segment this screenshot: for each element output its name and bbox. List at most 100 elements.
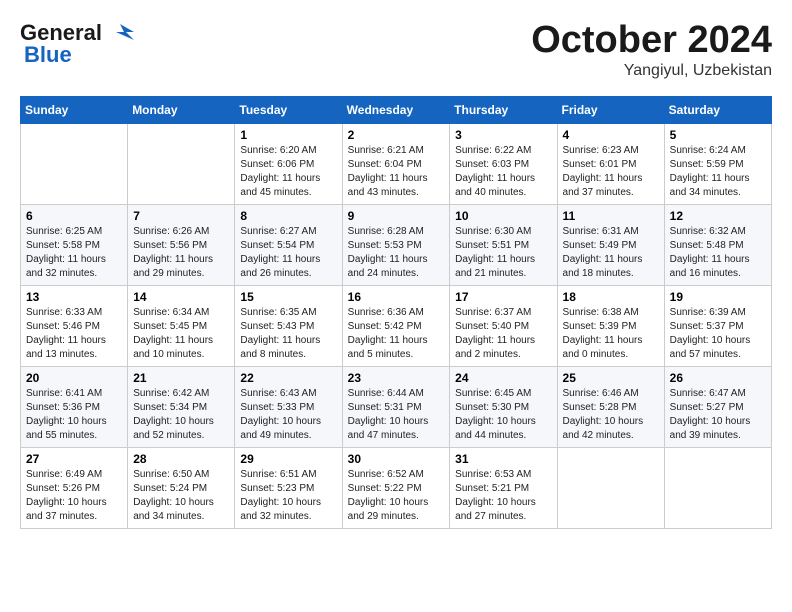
cell-info: Sunrise: 6:31 AM Sunset: 5:49 PM Dayligh… (563, 225, 659, 281)
calendar-cell: 29 Sunrise: 6:51 AM Sunset: 5:23 PM Dayl… (235, 447, 342, 528)
logo: General Blue (20, 20, 134, 68)
calendar-cell: 18 Sunrise: 6:38 AM Sunset: 5:39 PM Dayl… (557, 285, 664, 366)
calendar-cell: 22 Sunrise: 6:43 AM Sunset: 5:33 PM Dayl… (235, 366, 342, 447)
day-number: 22 (240, 371, 336, 385)
day-number: 18 (563, 290, 659, 304)
day-number: 2 (348, 128, 445, 142)
calendar-cell: 14 Sunrise: 6:34 AM Sunset: 5:45 PM Dayl… (128, 285, 235, 366)
calendar-cell: 7 Sunrise: 6:26 AM Sunset: 5:56 PM Dayli… (128, 204, 235, 285)
calendar-cell: 23 Sunrise: 6:44 AM Sunset: 5:31 PM Dayl… (342, 366, 450, 447)
calendar-week-row: 13 Sunrise: 6:33 AM Sunset: 5:46 PM Dayl… (21, 285, 772, 366)
day-number: 8 (240, 209, 336, 223)
title-block: October 2024 Yangiyul, Uzbekistan (531, 20, 772, 80)
day-number: 30 (348, 452, 445, 466)
calendar-cell: 13 Sunrise: 6:33 AM Sunset: 5:46 PM Dayl… (21, 285, 128, 366)
cell-info: Sunrise: 6:36 AM Sunset: 5:42 PM Dayligh… (348, 306, 445, 362)
calendar-cell: 25 Sunrise: 6:46 AM Sunset: 5:28 PM Dayl… (557, 366, 664, 447)
day-number: 28 (133, 452, 229, 466)
calendar-cell: 21 Sunrise: 6:42 AM Sunset: 5:34 PM Dayl… (128, 366, 235, 447)
day-number: 17 (455, 290, 551, 304)
calendar-cell (128, 123, 235, 204)
day-number: 26 (670, 371, 766, 385)
weekday-header: Friday (557, 96, 664, 123)
cell-info: Sunrise: 6:30 AM Sunset: 5:51 PM Dayligh… (455, 225, 551, 281)
day-number: 14 (133, 290, 229, 304)
cell-info: Sunrise: 6:23 AM Sunset: 6:01 PM Dayligh… (563, 144, 659, 200)
calendar-cell: 11 Sunrise: 6:31 AM Sunset: 5:49 PM Dayl… (557, 204, 664, 285)
cell-info: Sunrise: 6:25 AM Sunset: 5:58 PM Dayligh… (26, 225, 122, 281)
calendar-cell: 1 Sunrise: 6:20 AM Sunset: 6:06 PM Dayli… (235, 123, 342, 204)
calendar-week-row: 20 Sunrise: 6:41 AM Sunset: 5:36 PM Dayl… (21, 366, 772, 447)
calendar-cell: 17 Sunrise: 6:37 AM Sunset: 5:40 PM Dayl… (450, 285, 557, 366)
day-number: 31 (455, 452, 551, 466)
cell-info: Sunrise: 6:28 AM Sunset: 5:53 PM Dayligh… (348, 225, 445, 281)
calendar-cell: 10 Sunrise: 6:30 AM Sunset: 5:51 PM Dayl… (450, 204, 557, 285)
logo-bird-icon (106, 22, 134, 44)
cell-info: Sunrise: 6:34 AM Sunset: 5:45 PM Dayligh… (133, 306, 229, 362)
cell-info: Sunrise: 6:37 AM Sunset: 5:40 PM Dayligh… (455, 306, 551, 362)
day-number: 1 (240, 128, 336, 142)
calendar-week-row: 6 Sunrise: 6:25 AM Sunset: 5:58 PM Dayli… (21, 204, 772, 285)
cell-info: Sunrise: 6:42 AM Sunset: 5:34 PM Dayligh… (133, 387, 229, 443)
calendar-cell: 28 Sunrise: 6:50 AM Sunset: 5:24 PM Dayl… (128, 447, 235, 528)
day-number: 11 (563, 209, 659, 223)
day-number: 16 (348, 290, 445, 304)
cell-info: Sunrise: 6:46 AM Sunset: 5:28 PM Dayligh… (563, 387, 659, 443)
cell-info: Sunrise: 6:50 AM Sunset: 5:24 PM Dayligh… (133, 468, 229, 524)
day-number: 25 (563, 371, 659, 385)
cell-info: Sunrise: 6:38 AM Sunset: 5:39 PM Dayligh… (563, 306, 659, 362)
day-number: 24 (455, 371, 551, 385)
calendar-cell: 16 Sunrise: 6:36 AM Sunset: 5:42 PM Dayl… (342, 285, 450, 366)
calendar-cell (21, 123, 128, 204)
calendar-cell: 27 Sunrise: 6:49 AM Sunset: 5:26 PM Dayl… (21, 447, 128, 528)
day-number: 23 (348, 371, 445, 385)
day-number: 29 (240, 452, 336, 466)
cell-info: Sunrise: 6:47 AM Sunset: 5:27 PM Dayligh… (670, 387, 766, 443)
page-header: General Blue October 2024 Yangiyul, Uzbe… (20, 20, 772, 80)
cell-info: Sunrise: 6:22 AM Sunset: 6:03 PM Dayligh… (455, 144, 551, 200)
day-number: 21 (133, 371, 229, 385)
cell-info: Sunrise: 6:45 AM Sunset: 5:30 PM Dayligh… (455, 387, 551, 443)
day-number: 4 (563, 128, 659, 142)
calendar-cell: 26 Sunrise: 6:47 AM Sunset: 5:27 PM Dayl… (664, 366, 771, 447)
cell-info: Sunrise: 6:39 AM Sunset: 5:37 PM Dayligh… (670, 306, 766, 362)
weekday-header: Monday (128, 96, 235, 123)
day-number: 13 (26, 290, 122, 304)
calendar-week-row: 1 Sunrise: 6:20 AM Sunset: 6:06 PM Dayli… (21, 123, 772, 204)
weekday-header: Sunday (21, 96, 128, 123)
cell-info: Sunrise: 6:52 AM Sunset: 5:22 PM Dayligh… (348, 468, 445, 524)
cell-info: Sunrise: 6:43 AM Sunset: 5:33 PM Dayligh… (240, 387, 336, 443)
weekday-header: Thursday (450, 96, 557, 123)
weekday-header-row: SundayMondayTuesdayWednesdayThursdayFrid… (21, 96, 772, 123)
cell-info: Sunrise: 6:41 AM Sunset: 5:36 PM Dayligh… (26, 387, 122, 443)
weekday-header: Saturday (664, 96, 771, 123)
cell-info: Sunrise: 6:44 AM Sunset: 5:31 PM Dayligh… (348, 387, 445, 443)
day-number: 9 (348, 209, 445, 223)
cell-info: Sunrise: 6:51 AM Sunset: 5:23 PM Dayligh… (240, 468, 336, 524)
month-title: October 2024 (531, 20, 772, 62)
logo-blue: Blue (24, 42, 72, 68)
day-number: 20 (26, 371, 122, 385)
day-number: 5 (670, 128, 766, 142)
calendar-cell: 31 Sunrise: 6:53 AM Sunset: 5:21 PM Dayl… (450, 447, 557, 528)
calendar-cell: 4 Sunrise: 6:23 AM Sunset: 6:01 PM Dayli… (557, 123, 664, 204)
calendar-cell: 30 Sunrise: 6:52 AM Sunset: 5:22 PM Dayl… (342, 447, 450, 528)
day-number: 6 (26, 209, 122, 223)
day-number: 27 (26, 452, 122, 466)
calendar-cell: 12 Sunrise: 6:32 AM Sunset: 5:48 PM Dayl… (664, 204, 771, 285)
calendar-cell: 5 Sunrise: 6:24 AM Sunset: 5:59 PM Dayli… (664, 123, 771, 204)
cell-info: Sunrise: 6:20 AM Sunset: 6:06 PM Dayligh… (240, 144, 336, 200)
calendar-cell: 19 Sunrise: 6:39 AM Sunset: 5:37 PM Dayl… (664, 285, 771, 366)
cell-info: Sunrise: 6:33 AM Sunset: 5:46 PM Dayligh… (26, 306, 122, 362)
cell-info: Sunrise: 6:24 AM Sunset: 5:59 PM Dayligh… (670, 144, 766, 200)
calendar-cell: 3 Sunrise: 6:22 AM Sunset: 6:03 PM Dayli… (450, 123, 557, 204)
weekday-header: Tuesday (235, 96, 342, 123)
day-number: 3 (455, 128, 551, 142)
day-number: 12 (670, 209, 766, 223)
cell-info: Sunrise: 6:21 AM Sunset: 6:04 PM Dayligh… (348, 144, 445, 200)
day-number: 10 (455, 209, 551, 223)
day-number: 15 (240, 290, 336, 304)
calendar-cell: 15 Sunrise: 6:35 AM Sunset: 5:43 PM Dayl… (235, 285, 342, 366)
calendar-cell: 6 Sunrise: 6:25 AM Sunset: 5:58 PM Dayli… (21, 204, 128, 285)
calendar-cell: 2 Sunrise: 6:21 AM Sunset: 6:04 PM Dayli… (342, 123, 450, 204)
